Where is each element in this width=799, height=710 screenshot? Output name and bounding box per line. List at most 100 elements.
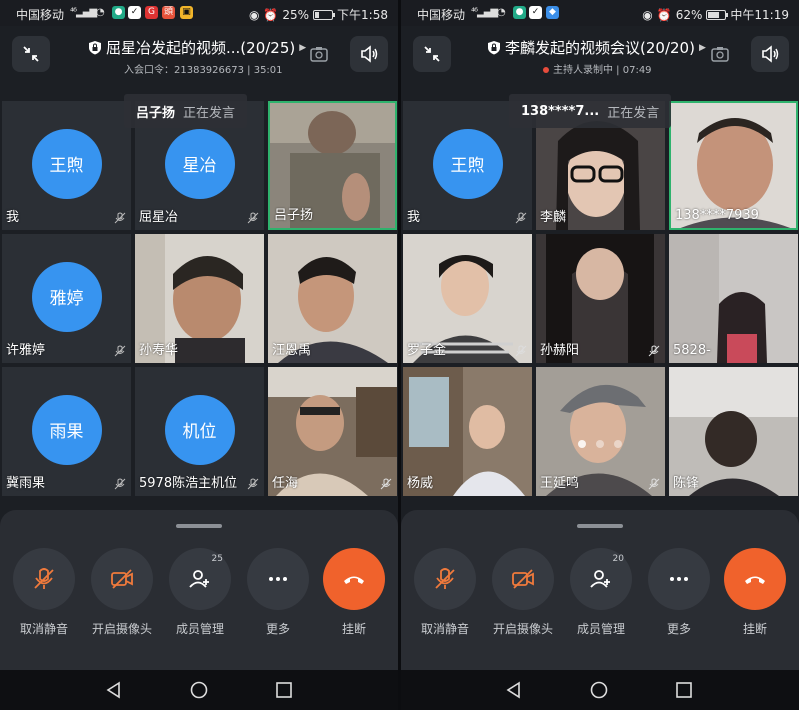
participant-video-tile[interactable]: 5828- (669, 234, 798, 363)
member-count: 25 (211, 554, 223, 564)
control-panel: 取消静音 开启摄像头 20 成员管理 更多 挂断 (401, 510, 799, 670)
wifi-icon: ◔ (96, 7, 105, 18)
participant-name: 我 (407, 210, 421, 225)
hangup-button[interactable]: 挂断 (717, 548, 793, 637)
app-notification-icon: ● (112, 6, 125, 19)
minimize-button[interactable] (12, 36, 50, 72)
participant-video-tile[interactable]: 任海 (268, 367, 397, 496)
avatar: 王煦 (432, 128, 503, 199)
unmute-button[interactable]: 取消静音 (407, 548, 483, 637)
more-label: 更多 (265, 622, 290, 636)
hangup-button[interactable]: 挂断 (316, 548, 392, 637)
more-icon (269, 577, 287, 581)
participant-name: 孙寿华 (139, 343, 179, 358)
page-dot (578, 440, 586, 448)
unmute-label: 取消静音 (420, 622, 469, 636)
more-label: 更多 (666, 622, 691, 636)
home-icon[interactable] (189, 680, 209, 700)
participant-video-tile[interactable]: 罗子金 (403, 234, 532, 363)
participant-name: 汪恩禹 (272, 343, 312, 358)
meeting-header: 李麟发起的视频会议(20/20) ▶ 主持人录制中 | 07:49 (401, 28, 799, 84)
app-notification-icon: ✓ (529, 6, 542, 19)
more-button[interactable]: 更多 (240, 548, 316, 637)
meeting-passcode: 入会口令：21383926673 | 35:01 (124, 65, 283, 76)
app-notification-icon: ▣ (180, 6, 193, 19)
avatar: 雨果 (31, 394, 102, 465)
participant-video-tile[interactable]: 王延鸣 (536, 367, 665, 496)
participant-video-tile[interactable]: 138****7939 (669, 101, 798, 230)
start-camera-label: 开启摄像头 (492, 622, 553, 636)
meeting-title-text: 李麟发起的视频会议(20/20) (505, 39, 695, 57)
switch-camera-button[interactable] (300, 36, 338, 72)
member-management-button[interactable]: 20 成员管理 (563, 548, 639, 637)
camera-switch-icon (310, 47, 328, 62)
alarm-icon: ⏰ (263, 7, 279, 22)
speaker-icon (361, 45, 378, 63)
start-camera-label: 开启摄像头 (91, 622, 152, 636)
member-management-label: 成员管理 (175, 622, 224, 636)
drag-handle[interactable] (577, 524, 623, 528)
recents-icon[interactable] (674, 680, 694, 700)
app-notification-icon: ✓ (128, 6, 141, 19)
participant-name: 李麟 (540, 210, 567, 225)
hangup-label: 挂断 (742, 622, 767, 636)
minimize-button[interactable] (413, 36, 451, 72)
member-management-button[interactable]: 25 成员管理 (162, 548, 238, 637)
start-camera-button[interactable]: 开启摄像头 (84, 548, 160, 637)
left-screen: 中国移动 ⁴⁶▂▄▆ ◔ ● ✓ G 頭 ▣ ◉ ⏰ 25% 下午1:58 屈星… (0, 0, 398, 710)
more-button[interactable]: 更多 (641, 548, 717, 637)
participant-video-tile[interactable]: 孙赫阳 (536, 234, 665, 363)
drag-handle[interactable] (176, 524, 222, 528)
participant-name: 我 (6, 210, 20, 225)
mic-muted-icon (515, 345, 527, 357)
signal-icon: ⁴⁶▂▄▆ (471, 7, 498, 18)
speaker-button[interactable] (350, 36, 388, 72)
participant-tile[interactable]: 雨果 冀雨果 (2, 367, 131, 496)
participant-video-tile[interactable]: 陈锋 (669, 367, 798, 496)
speaker-button[interactable] (751, 36, 789, 72)
participant-video-tile[interactable]: 杨威 (403, 367, 532, 496)
shrink-icon (23, 46, 39, 62)
back-icon[interactable] (104, 680, 124, 700)
participant-name: 王延鸣 (540, 476, 580, 491)
camera-off-icon (111, 569, 133, 589)
participant-tile[interactable]: 机位 5978陈浩主机位 (135, 367, 264, 496)
mic-muted-icon (380, 478, 392, 490)
participant-name: 5978陈浩主机位 (139, 476, 238, 491)
participant-video-tile[interactable]: 汪恩禹 (268, 234, 397, 363)
shield-lock-icon (89, 41, 101, 55)
shrink-icon (424, 46, 440, 62)
meeting-header: 屈星冶发起的视频...(20/25) ▶ 入会口令：21383926673 | … (0, 28, 398, 84)
mic-muted-icon (435, 568, 455, 589)
meeting-title[interactable]: 屈星冶发起的视频...(20/25) ▶ (88, 37, 306, 58)
speaking-banner: 吕子扬 正在发言 (124, 94, 248, 128)
participant-tile[interactable]: 雅婷 许雅婷 (2, 234, 131, 363)
member-management-label: 成员管理 (576, 622, 625, 636)
back-icon[interactable] (504, 680, 524, 700)
participant-video-tile[interactable]: 孙寿华 (135, 234, 264, 363)
switch-camera-button[interactable] (701, 36, 739, 72)
avatar: 雅婷 (31, 261, 102, 332)
mic-muted-icon (114, 212, 126, 224)
recents-icon[interactable] (274, 680, 294, 700)
signal-icon: ⁴⁶▂▄▆ (70, 7, 97, 18)
meeting-title[interactable]: 李麟发起的视频会议(20/20) ▶ (487, 37, 706, 58)
speaking-banner: 138****7... 正在发言 (509, 94, 672, 128)
mic-muted-icon (34, 568, 54, 589)
unmute-button[interactable]: 取消静音 (6, 548, 82, 637)
carrier-label: 中国移动 (417, 8, 466, 22)
participant-name: 陈锋 (673, 476, 700, 491)
battery-icon (706, 9, 729, 20)
home-icon[interactable] (589, 680, 609, 700)
participant-name: 5828- (673, 343, 711, 358)
speaker-name: 138****7... (521, 103, 600, 119)
participant-tile[interactable]: 王煦 我 (2, 101, 131, 230)
participant-name: 138****7939 (675, 208, 759, 223)
participant-video-tile[interactable]: 吕子扬 (268, 101, 397, 230)
mic-muted-icon (648, 478, 660, 490)
mic-muted-icon (515, 212, 527, 224)
recording-dot-icon (543, 67, 549, 73)
page-indicator (578, 440, 622, 448)
participant-name: 任海 (272, 476, 299, 491)
start-camera-button[interactable]: 开启摄像头 (485, 548, 561, 637)
